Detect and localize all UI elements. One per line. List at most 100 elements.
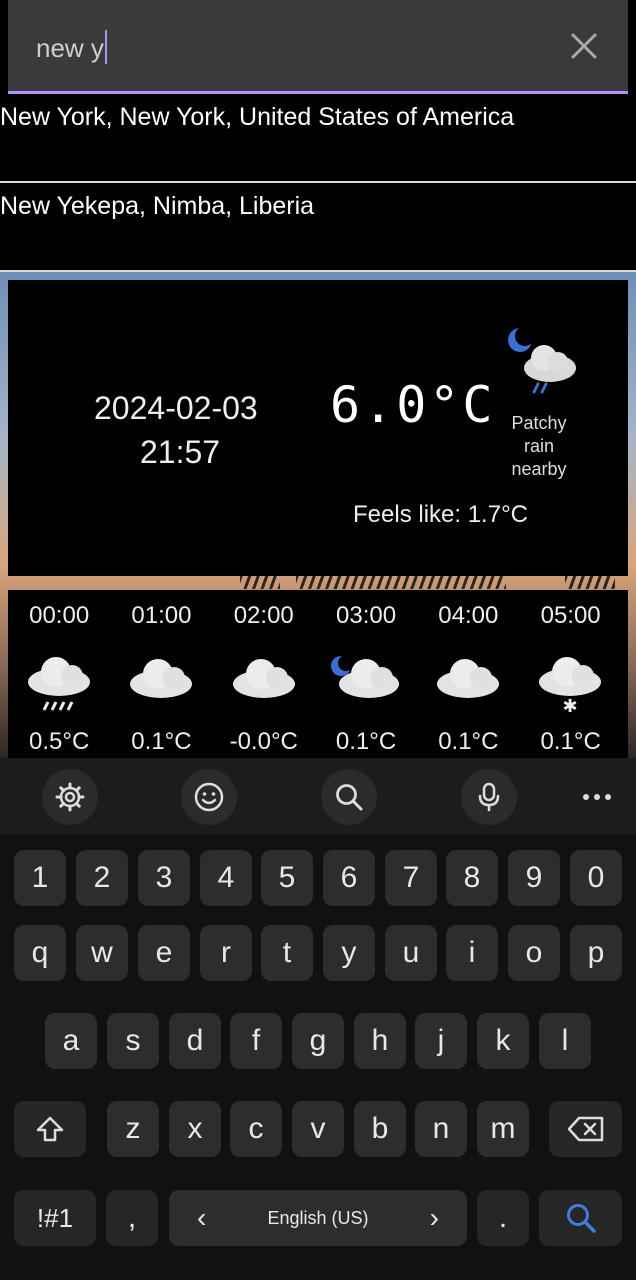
key-7[interactable]: 7 [385,850,437,906]
hour-item: 05:00 ✱ 0.1°C [519,590,621,760]
key-d[interactable]: d [169,1013,221,1069]
period-key[interactable]: . [477,1190,529,1246]
key-q[interactable]: q [14,925,66,981]
comma-key[interactable]: , [106,1190,158,1246]
key-p[interactable]: p [570,925,622,981]
palm-silhouette [296,575,506,589]
keyboard-settings-button[interactable] [42,769,98,825]
hour-temp: 0.1°C [540,728,601,755]
key-c[interactable]: c [230,1101,282,1157]
hour-time: 02:00 [233,602,294,629]
current-time: 21:57 [140,434,221,470]
key-2[interactable]: 2 [76,850,128,906]
key-0[interactable]: 0 [570,850,622,906]
current-date: 2024-02-03 [94,390,258,426]
key-6[interactable]: 6 [323,850,375,906]
hour-time: 01:00 [131,602,192,629]
hour-item: 04:00 0.1°C [417,590,519,760]
language-prev-icon: ‹ [197,1202,207,1233]
hour-time: 05:00 [540,602,601,629]
language-label: English (US) [267,1207,369,1228]
hour-temp: 0.1°C [438,728,499,755]
key-o[interactable]: o [508,925,560,981]
emoji-button[interactable] [181,769,237,825]
hourly-forecast: 00:00 0.5°C 01:00 0.1°C 02:00 -0.0°C 03:… [8,590,628,760]
more-horizontal-icon [583,794,611,800]
key-r[interactable]: r [200,925,252,981]
key-u[interactable]: u [385,925,437,981]
hour-time: 00:00 [29,602,90,629]
hour-item: 00:00 0.5°C [8,590,110,760]
key-b[interactable]: b [354,1101,406,1157]
search-action-key[interactable] [539,1190,622,1246]
more-options-button[interactable] [569,769,625,825]
hour-item: 03:00 0.1°C [315,590,417,760]
key-w[interactable]: w [76,925,128,981]
key-y[interactable]: y [323,925,375,981]
key-t[interactable]: t [261,925,313,981]
key-g[interactable]: g [292,1013,344,1069]
backspace-key[interactable] [549,1101,622,1157]
svg-text:✱: ✱ [563,696,578,714]
current-temperature: 6.0°C [330,376,496,434]
key-j[interactable]: j [415,1013,467,1069]
suggestion-item[interactable]: New York, New York, United States of Ame… [0,95,636,183]
keyboard-toolbar [0,758,636,835]
key-x[interactable]: x [169,1101,221,1157]
hour-time: 04:00 [438,602,499,629]
hour-temp: 0.1°C [335,728,397,755]
key-n[interactable]: n [415,1101,467,1157]
hour-temp: -0.0°C [229,728,298,755]
search-input[interactable]: new y [36,30,107,64]
key-f[interactable]: f [230,1013,282,1069]
condition-text: Patchy rain nearby [511,413,567,479]
cloud-icon [437,659,500,698]
hour-time: 03:00 [336,602,397,629]
night-cloud-icon [330,655,399,698]
current-weather-card: 2024-02-03 21:57 6.0°C Patchy rain nearb… [8,280,628,576]
night-cloud-rain-icon [508,326,576,394]
on-screen-keyboard: 1 2 3 4 5 6 7 8 9 0 q w e r t y u i o p … [0,758,636,1280]
key-3[interactable]: 3 [138,850,190,906]
key-1[interactable]: 1 [14,850,66,906]
suggestion-label: New Yekepa, Nimba, Liberia [0,192,315,220]
voice-input-button[interactable] [461,769,517,825]
search-icon [336,784,363,811]
palm-silhouette [240,575,280,589]
key-z[interactable]: z [107,1101,159,1157]
key-l[interactable]: l [539,1013,591,1069]
cloud-icon [232,659,295,698]
key-5[interactable]: 5 [261,850,313,906]
shift-key[interactable] [14,1101,86,1157]
suggestion-item[interactable]: New Yekepa, Nimba, Liberia [0,184,636,272]
feels-like: Feels like: 1.7°C [353,501,528,528]
smiley-icon [194,782,224,812]
clear-search-button[interactable] [562,24,606,68]
key-a[interactable]: a [45,1013,97,1069]
key-i[interactable]: i [446,925,498,981]
key-e[interactable]: e [138,925,190,981]
key-s[interactable]: s [107,1013,159,1069]
microphone-icon [478,782,500,812]
search-input-value: new y [36,33,104,63]
hour-temp: 0.5°C [29,728,90,755]
shift-arrow-icon [36,1116,64,1142]
hour-temp: 0.1°C [131,728,192,755]
hour-item: 01:00 0.1°C [110,590,212,760]
suggestion-label: New York, New York, United States of Ame… [0,103,515,131]
backspace-icon [567,1116,603,1142]
space-bar[interactable]: ‹ English (US) › [169,1190,467,1246]
key-h[interactable]: h [354,1013,406,1069]
symbols-key[interactable]: !#1 [14,1190,96,1246]
keyboard-search-button[interactable] [321,769,377,825]
key-9[interactable]: 9 [508,850,560,906]
cloud-icon [130,659,193,698]
key-k[interactable]: k [477,1013,529,1069]
key-m[interactable]: m [477,1101,529,1157]
key-8[interactable]: 8 [446,850,498,906]
cloud-snow-icon: ✱ [539,657,602,714]
search-icon [566,1204,596,1233]
search-bar[interactable]: new y [8,0,628,94]
key-v[interactable]: v [292,1101,344,1157]
key-4[interactable]: 4 [200,850,252,906]
